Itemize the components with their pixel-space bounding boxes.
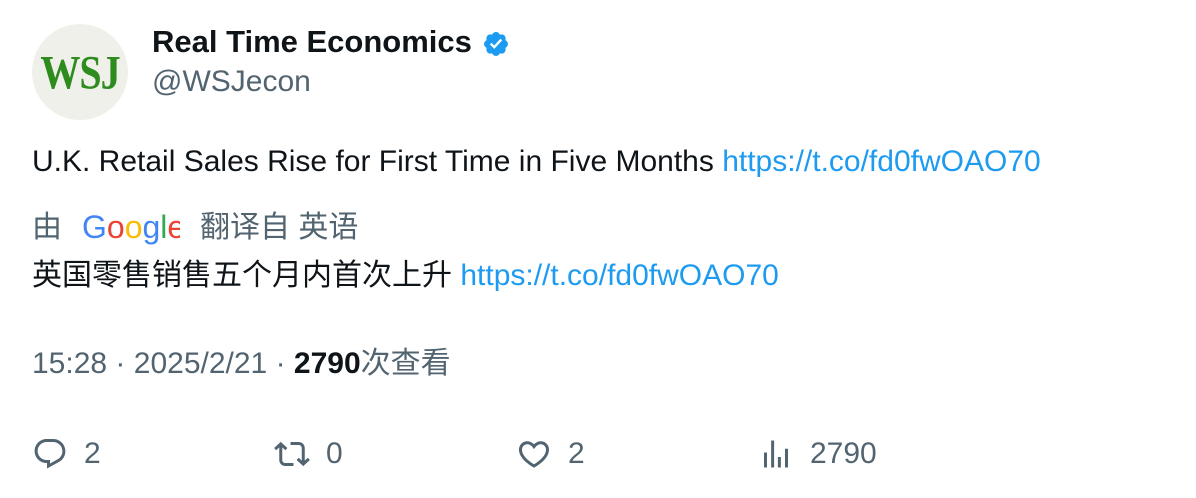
like-count: 2 xyxy=(568,437,585,470)
tweet-link[interactable]: https://t.co/fd0fwOAO70 xyxy=(722,145,1041,178)
heart-icon xyxy=(516,436,552,472)
meta-separator: · xyxy=(115,347,126,380)
reply-button[interactable]: 2 xyxy=(32,430,101,478)
like-button[interactable]: 2 xyxy=(516,430,585,478)
verified-badge-icon xyxy=(482,28,510,56)
views-count: 2790 xyxy=(293,347,361,380)
svg-text:Google: Google xyxy=(82,211,180,245)
views-label: 次查看 xyxy=(360,347,451,380)
views-action-count: 2790 xyxy=(810,437,877,470)
avatar[interactable]: WSJ xyxy=(32,24,128,120)
analytics-icon xyxy=(758,436,794,472)
tweet-date[interactable]: 2025/2/21 xyxy=(134,347,267,380)
retweet-icon xyxy=(274,436,310,472)
tweet-time[interactable]: 15:28 xyxy=(32,347,107,380)
tweet-body: U.K. Retail Sales Rise for First Time in… xyxy=(32,145,714,178)
retweet-button[interactable]: 0 xyxy=(274,430,343,478)
retweet-count: 0 xyxy=(326,437,343,470)
views-button[interactable]: 2790 xyxy=(758,430,877,478)
translated-link[interactable]: https://t.co/fd0fwOAO70 xyxy=(460,259,779,292)
action-bar: 2 0 2 2790 xyxy=(0,430,1196,478)
display-name[interactable]: Real Time Economics xyxy=(152,22,510,62)
reply-count: 2 xyxy=(84,437,101,470)
translation-attribution: 由 Google 翻译自 英语 xyxy=(32,208,358,248)
reply-icon xyxy=(32,436,68,472)
tweet-meta: 15:28 · 2025/2/21 · 2790次查看 xyxy=(32,344,451,384)
avatar-logo-text: WSJ xyxy=(40,45,120,99)
meta-separator: · xyxy=(275,347,286,380)
translated-by-label: 由 xyxy=(32,211,62,244)
translated-from-label: 翻译自 英语 xyxy=(200,211,359,244)
translated-body: 英国零售销售五个月内首次上升 xyxy=(32,259,452,292)
translated-tweet-text: 英国零售销售五个月内首次上升 https://t.co/fd0fwOAO70 xyxy=(32,256,779,296)
display-name-text: Real Time Economics xyxy=(152,24,472,59)
user-handle[interactable]: @WSJecon xyxy=(152,62,311,102)
tweet-text: U.K. Retail Sales Rise for First Time in… xyxy=(32,142,1041,182)
google-logo-icon: Google xyxy=(82,211,180,245)
